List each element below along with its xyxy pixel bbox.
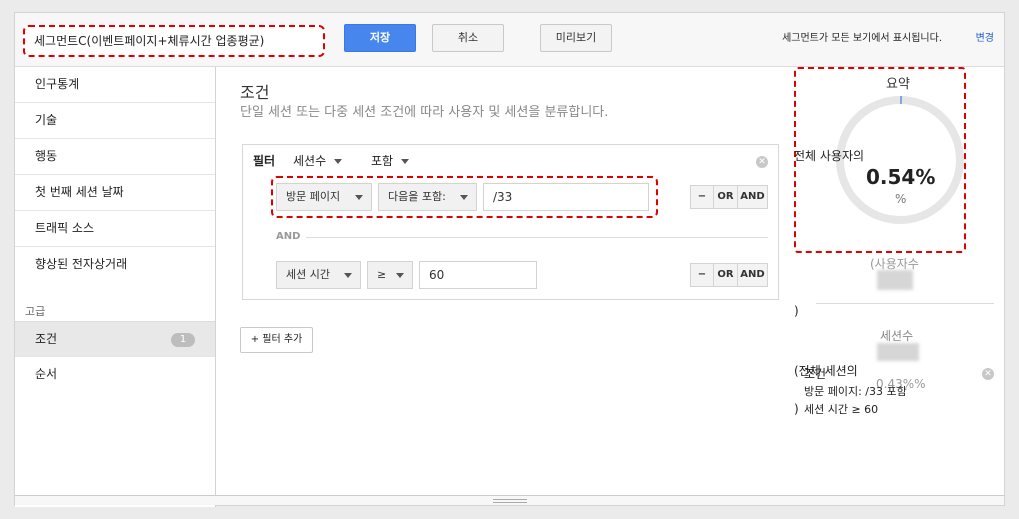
nav-item-conditions-label: 조건 [35, 332, 58, 346]
operator-select[interactable]: ≥ [367, 261, 413, 289]
nav-item-behavior[interactable]: 행동 [15, 139, 215, 175]
close-icon[interactable]: ✕ [982, 368, 994, 380]
condition-op-buttons: − OR AND [690, 263, 768, 287]
dimension-select[interactable]: 세션 시간 [276, 261, 361, 289]
chevron-down-icon [355, 195, 363, 200]
page-title: 조건 [240, 83, 270, 102]
and-button[interactable]: AND [737, 263, 768, 287]
dimension-select-value: 세션 시간 [286, 268, 330, 281]
preview-button[interactable]: 미리보기 [540, 24, 612, 52]
and-button[interactable]: AND [737, 185, 768, 209]
close-paren: ) [794, 402, 799, 416]
redacted-value [877, 343, 919, 361]
operator-select[interactable]: 다음을 포함: [378, 183, 477, 211]
cancel-button[interactable]: 취소 [432, 24, 504, 52]
segment-header: 세그먼트C(이벤트페이지+체류시간 업종평균) 저장 취소 미리보기 세그먼트가… [15, 13, 1004, 67]
visibility-note: 세그먼트가 모든 보기에서 표시됩니다. [782, 33, 942, 44]
nav-item-traffic-sources[interactable]: 트래픽 소스 [15, 211, 215, 247]
segment-category-nav: 인구통계 기술 행동 첫 번째 세션 날짜 트래픽 소스 향상된 전자상거래 고… [15, 67, 216, 507]
nav-section-advanced: 고급 [25, 305, 46, 318]
dimension-select[interactable]: 방문 페이지 [276, 183, 372, 211]
summary-panel: 요약 전체 사용자의 0.54% % (사용자수 ) 세션수 (전체 세션의 0… [794, 67, 1004, 507]
conditions-summary-row: 방문 페이지: /33 포함 [804, 385, 907, 398]
conditions-summary-row: 세션 시간 ≥ 60 [804, 403, 879, 416]
nav-item-technology[interactable]: 기술 [15, 103, 215, 139]
conditions-summary-title: 조건 [804, 367, 827, 381]
condition-value-input[interactable]: /33 [483, 183, 649, 211]
filter-mode-dropdown[interactable]: 포함 [371, 152, 410, 169]
remove-condition-button[interactable]: − [690, 263, 714, 287]
nav-item-sequences[interactable]: 순서 [15, 357, 215, 393]
summary-ratio-unit: % [895, 192, 907, 206]
page-subtitle: 단일 세션 또는 다중 세션 조건에 따라 사용자 및 세션을 분류합니다. [240, 105, 609, 120]
nav-item-enhanced-ecommerce[interactable]: 향상된 전자상거래 [15, 247, 215, 283]
chevron-down-icon [334, 159, 343, 164]
operator-select-value: ≥ [377, 268, 387, 281]
resize-grip-icon[interactable] [493, 499, 527, 503]
chevron-down-icon [396, 273, 404, 278]
summary-title: 요약 [886, 77, 910, 92]
segment-name-input[interactable]: 세그먼트C(이벤트페이지+체류시간 업종평균) [23, 25, 325, 57]
filter-scope-dropdown[interactable]: 세션수 [293, 152, 343, 169]
summary-ratio-value: 0.54% [866, 165, 936, 189]
conditions-panel: 조건 단일 세션 또는 다중 세션 조건에 따라 사용자 및 세션을 분류합니다… [217, 67, 794, 507]
chevron-down-icon [460, 195, 468, 200]
or-button[interactable]: OR [713, 185, 738, 209]
close-paren: ) [794, 304, 799, 318]
nav-item-first-session-date[interactable]: 첫 번째 세션 날짜 [15, 175, 215, 211]
nav-item-demographics[interactable]: 인구통계 [15, 67, 215, 103]
add-filter-button[interactable]: + 필터 추가 [240, 327, 313, 353]
condition-op-buttons: − OR AND [690, 185, 768, 209]
resize-bar[interactable] [15, 495, 1004, 505]
change-link[interactable]: 변경 [976, 29, 994, 44]
or-button[interactable]: OR [713, 263, 738, 287]
remove-filter-icon[interactable]: ✕ [756, 156, 768, 168]
redacted-value [877, 270, 913, 290]
operator-select-value: 다음을 포함: [388, 190, 446, 203]
filter-group: 필터 세션수 포함 ✕ 방문 페이지 다음을 포함: /33 − OR AND … [242, 144, 779, 300]
condition-value-input[interactable]: 60 [419, 261, 537, 289]
dimension-select-value: 방문 페이지 [286, 190, 341, 203]
filter-mode-value: 포함 [371, 154, 394, 168]
segment-editor: 세그먼트C(이벤트페이지+체류시간 업종평균) 저장 취소 미리보기 세그먼트가… [14, 12, 1005, 507]
filter-scope-value: 세션수 [293, 154, 327, 168]
nav-item-conditions[interactable]: 조건 1 [15, 321, 215, 357]
sessions-label: 세션수 [880, 329, 914, 343]
summary-ratio-label: 전체 사용자의 [794, 149, 865, 163]
chevron-down-icon [344, 273, 352, 278]
filter-label: 필터 [253, 154, 276, 168]
condition-count-badge: 1 [171, 333, 195, 347]
remove-condition-button[interactable]: − [690, 185, 714, 209]
save-button[interactable]: 저장 [344, 24, 416, 52]
and-divider [306, 237, 768, 238]
and-separator-label: AND [276, 231, 301, 242]
summary-divider [816, 303, 994, 304]
chevron-down-icon [401, 159, 410, 164]
